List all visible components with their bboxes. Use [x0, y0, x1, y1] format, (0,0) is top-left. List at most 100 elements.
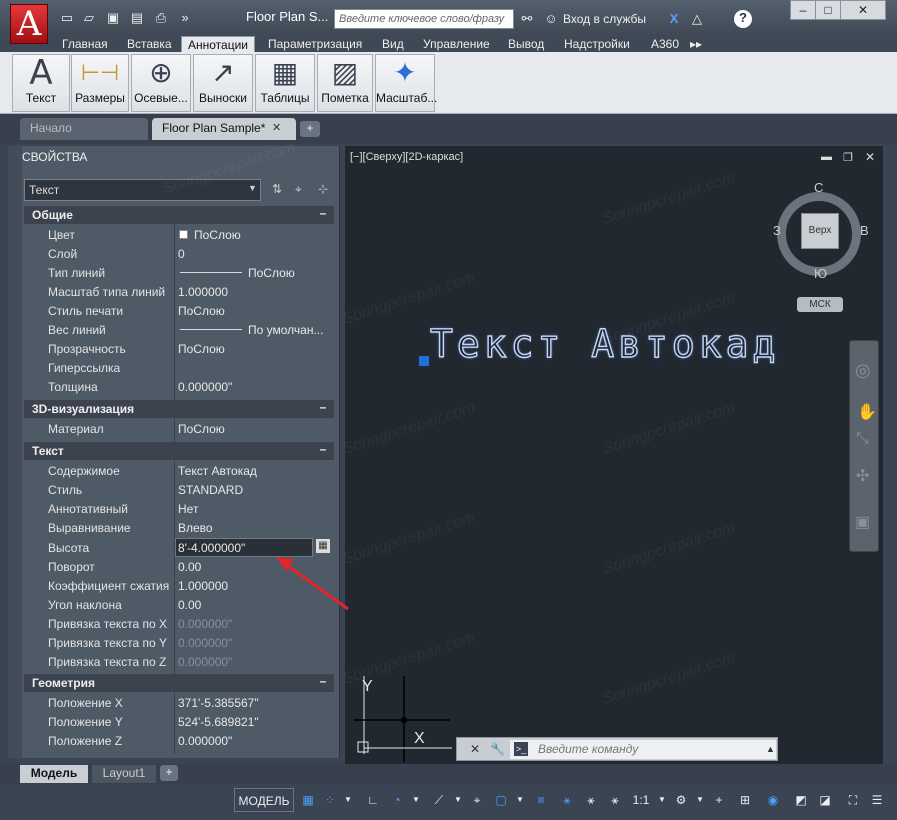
leader-button[interactable]: ↗ Выноски — [193, 54, 253, 112]
add-icon[interactable]: + — [708, 788, 730, 812]
saveas-icon[interactable]: ▤ — [128, 10, 146, 26]
customize-menu-icon[interactable]: ☰ — [866, 788, 888, 812]
prop-value[interactable]: 1.000000 — [178, 285, 228, 299]
ortho-icon[interactable]: ∟ — [362, 788, 384, 812]
section-text[interactable]: Текст — [24, 442, 334, 460]
toggle-pickadd-icon[interactable]: ⇅ — [272, 182, 282, 196]
tab-view[interactable]: Вид — [376, 36, 410, 53]
chevron-down-icon[interactable]: ▼ — [514, 788, 526, 812]
select-objects-icon[interactable]: ⌖ — [295, 182, 302, 197]
compass-east[interactable]: В — [860, 223, 869, 238]
isodraft-icon[interactable]: ⟋ — [428, 788, 450, 812]
chevron-down-icon[interactable]: ▼ — [248, 183, 257, 193]
annotation-visibility-icon[interactable]: ⚹ — [556, 788, 578, 812]
print-icon[interactable]: ⎙ — [152, 10, 170, 26]
scale-button[interactable]: ✦ Масштаб... — [375, 54, 437, 112]
signin-button[interactable]: Вход в службы — [563, 12, 646, 26]
lineweight-icon[interactable]: ≡ — [530, 788, 552, 812]
centerline-button[interactable]: ⊕ Осевые... — [131, 54, 191, 112]
prop-value[interactable]: Влево — [178, 521, 213, 535]
history-arrow-icon[interactable]: ▲ — [766, 744, 775, 754]
clean-screen-icon[interactable]: ◪ — [814, 788, 836, 812]
binoculars-icon[interactable]: ⚯ — [518, 11, 536, 27]
auto-scale-icon[interactable]: ⚹ — [580, 788, 602, 812]
ucs-menu[interactable]: МСК — [797, 297, 843, 312]
maximize-button[interactable]: □ — [815, 0, 841, 20]
annotation-scale[interactable]: 1:1 — [628, 788, 654, 812]
prop-value[interactable]: STANDARD — [178, 483, 243, 497]
new-icon[interactable]: ▭ — [58, 10, 76, 26]
collapse-icon[interactable]: – — [316, 400, 330, 414]
object-snap-icon[interactable]: ▢ — [490, 788, 512, 812]
prop-value[interactable]: ПоСлою — [178, 422, 225, 436]
close-tab-icon[interactable]: ✕ — [272, 121, 281, 134]
text-button[interactable]: A Текст — [12, 54, 70, 112]
prop-value[interactable]: Нет — [178, 502, 198, 516]
viewport-controls[interactable]: [−][Сверху][2D-каркас] — [350, 151, 463, 163]
command-prompt-icon[interactable]: >_ — [514, 742, 528, 756]
viewport-minimize-icon[interactable]: ▬ — [821, 151, 832, 163]
prop-value[interactable]: 371'-5.385567" — [178, 696, 259, 710]
collapse-icon[interactable]: – — [316, 674, 330, 688]
chevron-down-icon[interactable]: ▼ — [452, 788, 464, 812]
a360-icon[interactable]: △ — [688, 11, 706, 27]
tab-a360[interactable]: A360 — [645, 36, 685, 53]
tab-addins[interactable]: Надстройки — [558, 36, 636, 53]
showmotion-icon[interactable]: ▣ — [855, 512, 870, 532]
chevron-down-icon[interactable]: ▼ — [342, 788, 354, 812]
collapse-icon[interactable]: – — [316, 206, 330, 220]
search-input[interactable]: Введите ключевое слово/фразу — [334, 9, 514, 29]
chevron-down-icon[interactable]: ▼ — [656, 788, 668, 812]
collapse-icon[interactable]: – — [316, 442, 330, 456]
close-button[interactable]: ✕ — [840, 0, 886, 20]
tab-manage[interactable]: Управление — [417, 36, 496, 53]
annotation-monitor-icon[interactable]: ⚹ — [604, 788, 626, 812]
prop-value[interactable]: 1.000000 — [178, 579, 228, 593]
prop-value[interactable]: 8'-4.000000" — [178, 541, 245, 555]
isolate-objects-icon[interactable]: ◉ — [762, 788, 784, 812]
tab-home[interactable]: Главная — [56, 36, 114, 53]
selection-dropdown[interactable]: Текст — [24, 179, 261, 201]
section-geometry[interactable]: Геометрия — [24, 674, 334, 692]
wrench-icon[interactable]: 🔧 — [490, 742, 505, 756]
prop-value[interactable]: 0.000000" — [178, 734, 232, 748]
orbit-icon[interactable]: ✣ — [856, 466, 869, 486]
prop-value[interactable]: 524'-5.689821" — [178, 715, 259, 729]
steering-wheel-icon[interactable]: ◎ — [855, 360, 871, 381]
close-icon[interactable]: ✕ — [470, 742, 480, 756]
snap-icon[interactable]: ⁘ — [320, 788, 340, 812]
minimize-button[interactable]: – — [790, 0, 816, 20]
add-layout-icon[interactable]: + — [160, 765, 178, 781]
help-icon[interactable]: ? — [734, 10, 752, 28]
table-button[interactable]: ▦ Таблицы — [255, 54, 315, 112]
viewport-close-icon[interactable]: ✕ — [865, 150, 875, 164]
chevron-down-icon[interactable]: ▼ — [694, 788, 706, 812]
compass-north[interactable]: С — [814, 180, 823, 195]
viewport-restore-icon[interactable]: ❐ — [843, 151, 853, 164]
tab-more-icon[interactable]: ▸▸ — [684, 36, 708, 53]
user-icon[interactable]: ☺ — [542, 11, 560, 27]
tab-insert[interactable]: Вставка — [121, 36, 178, 53]
prop-value[interactable]: ПоСлою — [178, 342, 225, 356]
compass-south[interactable]: Ю — [814, 266, 827, 281]
prop-value[interactable]: 0.00 — [178, 560, 201, 574]
hardware-acceleration-icon[interactable]: ◩ — [790, 788, 812, 812]
prop-value[interactable]: 0 — [178, 247, 185, 261]
save-icon[interactable]: ▣ — [104, 10, 122, 26]
exchange-icon[interactable]: X — [665, 11, 683, 27]
palette-side-strip[interactable] — [8, 146, 22, 758]
more-icon[interactable]: » — [176, 10, 194, 26]
gear-icon[interactable]: ⚙ — [670, 788, 692, 812]
prop-value[interactable]: 0.000000" — [178, 380, 232, 394]
dimension-button[interactable]: ⊢⊣ Размеры — [71, 54, 129, 112]
markup-button[interactable]: ▨ Пометка — [317, 54, 373, 112]
section-3d-visualization[interactable]: 3D-визуализация — [24, 400, 334, 418]
section-general[interactable]: Общие — [24, 206, 334, 224]
model-space-button[interactable]: МОДЕЛЬ — [234, 788, 294, 812]
layout-tab-layout1[interactable]: Layout1 — [92, 765, 156, 783]
prop-value[interactable]: ПоСлою — [248, 266, 295, 280]
object-snap-tracking-icon[interactable]: ⌖ — [466, 788, 488, 812]
tab-output[interactable]: Вывод — [502, 36, 550, 53]
open-icon[interactable]: ▱ — [80, 10, 98, 26]
tab-annotate[interactable]: Аннотации — [181, 36, 255, 53]
